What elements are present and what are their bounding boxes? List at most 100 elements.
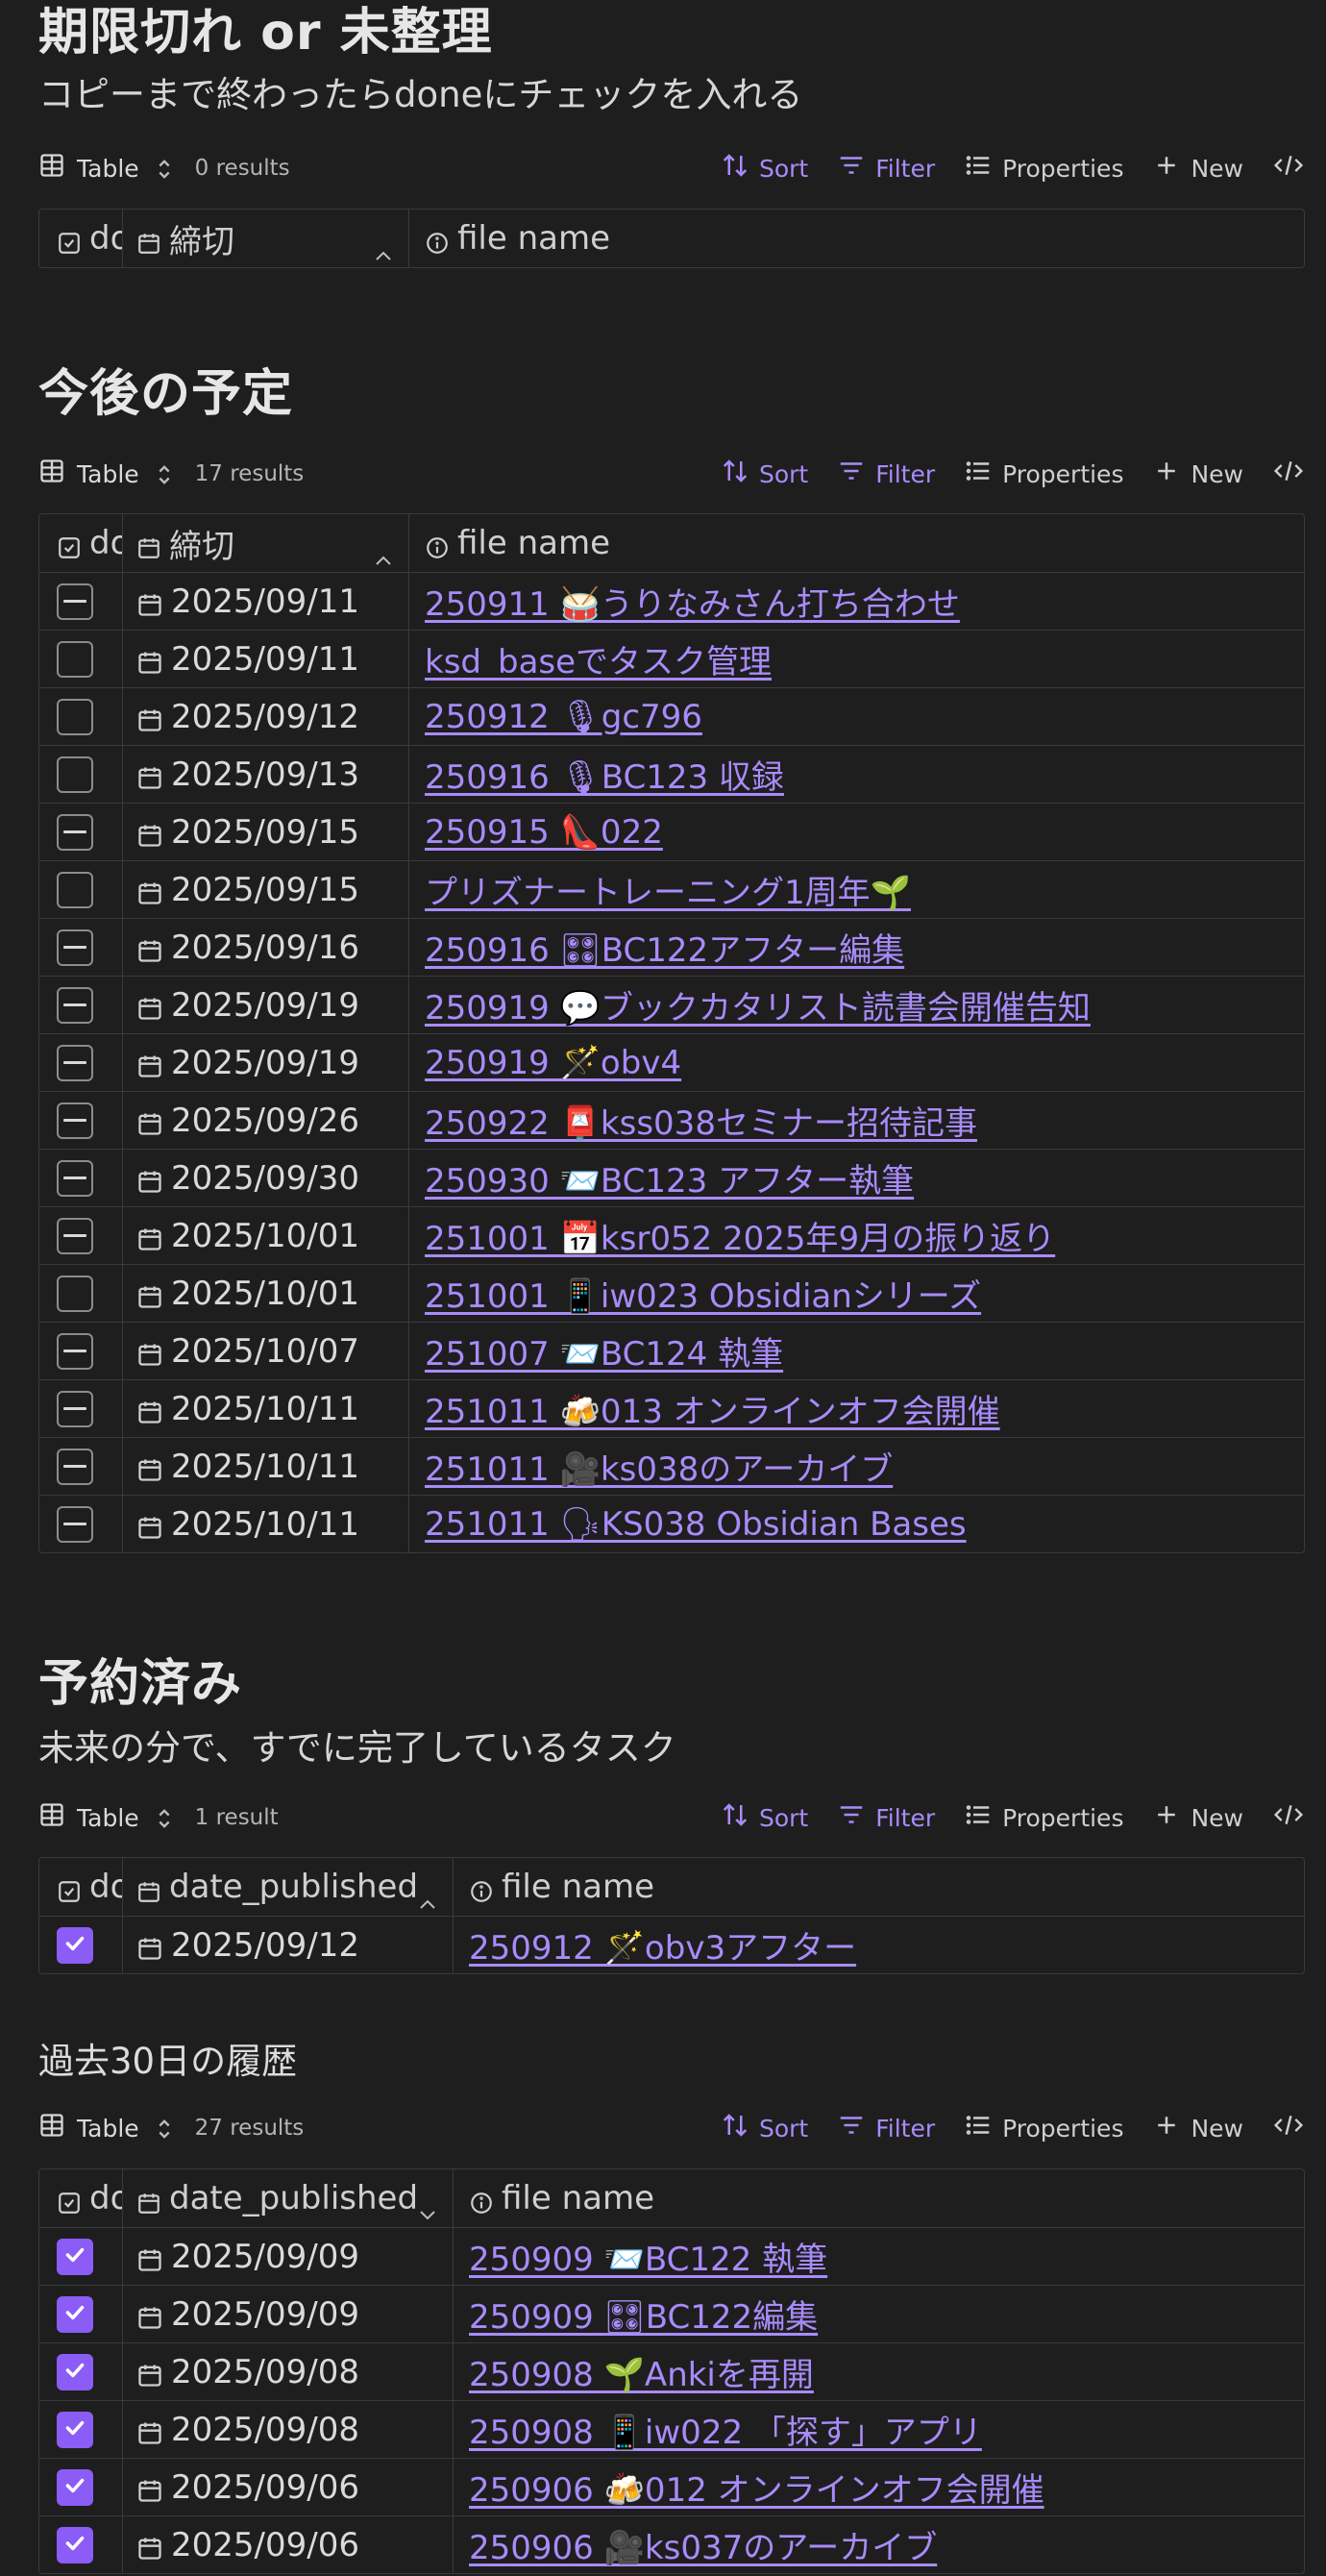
file-link[interactable]: 250915 👠022 [425, 813, 663, 852]
date-cell[interactable]: 2025/09/15 [122, 804, 408, 860]
done-checkbox-checked[interactable] [57, 1926, 93, 1964]
new-button[interactable]: New [1152, 151, 1243, 186]
column-header-done[interactable]: done [39, 514, 122, 572]
done-checkbox-indeterminate[interactable] [57, 1217, 93, 1254]
date-cell[interactable]: 2025/10/11 [122, 1496, 408, 1552]
file-link[interactable]: ksd_baseでタスク管理 [425, 635, 772, 682]
column-header-done[interactable]: done [39, 2169, 122, 2227]
file-link[interactable]: 250930 📨BC123 アフター執筆 [425, 1154, 914, 1201]
date-cell[interactable]: 2025/09/19 [122, 977, 408, 1033]
filter-button[interactable]: Filter [837, 457, 935, 491]
file-link[interactable]: 250909 🎛BC122編集 [469, 2291, 818, 2338]
done-checkbox-indeterminate[interactable] [57, 1332, 93, 1370]
date-cell[interactable]: 2025/09/06 [122, 2516, 453, 2573]
date-cell[interactable]: 2025/09/12 [122, 1917, 453, 1973]
column-header-file[interactable]: file name [453, 2169, 1304, 2227]
file-link[interactable]: 250908 🌱Ankiを再開 [469, 2348, 814, 2395]
date-cell[interactable]: 2025/09/26 [122, 1092, 408, 1149]
file-link[interactable]: 251011 🎥ks038のアーカイブ [425, 1443, 893, 1490]
sort-button[interactable]: Sort [721, 151, 808, 186]
column-header-file[interactable]: file name [408, 210, 1304, 267]
column-header-date[interactable]: 締切 [122, 210, 408, 267]
file-link[interactable]: プリズナートレーニング1周年🌱 [425, 866, 911, 913]
file-link[interactable]: 250919 🪄obv4 [425, 1044, 681, 1082]
new-button[interactable]: New [1152, 2111, 1243, 2145]
done-checkbox-indeterminate[interactable] [57, 1448, 93, 1485]
done-checkbox[interactable] [57, 1275, 93, 1312]
date-cell[interactable]: 2025/09/15 [122, 861, 408, 918]
done-checkbox-indeterminate[interactable] [57, 1102, 93, 1139]
date-cell[interactable]: 2025/09/06 [122, 2459, 453, 2515]
code-view-button[interactable] [1272, 457, 1305, 491]
done-checkbox-indeterminate[interactable] [57, 1505, 93, 1543]
done-checkbox-indeterminate[interactable] [57, 582, 93, 620]
done-checkbox-checked[interactable] [57, 2238, 93, 2275]
date-cell[interactable]: 2025/09/09 [122, 2286, 453, 2342]
done-checkbox-indeterminate[interactable] [57, 986, 93, 1024]
done-checkbox-checked[interactable] [57, 2353, 93, 2390]
column-header-date[interactable]: date_published [122, 1858, 453, 1916]
date-cell[interactable]: 2025/10/01 [122, 1265, 408, 1322]
file-link[interactable]: 250909 📨BC122 執筆 [469, 2233, 827, 2280]
properties-button[interactable]: Properties [964, 151, 1123, 186]
sort-button[interactable]: Sort [721, 2111, 808, 2145]
file-link[interactable]: 250919 💬ブックカタリスト読書会開催告知 [425, 981, 1091, 1028]
filter-button[interactable]: Filter [837, 1800, 935, 1835]
file-link[interactable]: 251011 🗣KS038 Obsidian Bases [425, 1505, 967, 1544]
done-checkbox-checked[interactable] [57, 2411, 93, 2448]
file-link[interactable]: 250912 🪄obv3アフター [469, 1921, 856, 1969]
view-switcher[interactable]: Table [38, 152, 170, 185]
date-cell[interactable]: 2025/09/11 [122, 631, 408, 687]
date-cell[interactable]: 2025/10/11 [122, 1438, 408, 1495]
date-cell[interactable]: 2025/10/11 [122, 1380, 408, 1437]
new-button[interactable]: New [1152, 457, 1243, 491]
done-checkbox-indeterminate[interactable] [57, 1044, 93, 1081]
file-link[interactable]: 251011 🍻013 オンラインオフ会開催 [425, 1385, 1000, 1432]
file-link[interactable]: 251001 📅ksr052 2025年9月の振り返り [425, 1212, 1055, 1259]
done-checkbox[interactable] [57, 640, 93, 678]
done-checkbox-indeterminate[interactable] [57, 1159, 93, 1197]
sort-button[interactable]: Sort [721, 457, 808, 491]
done-checkbox-checked[interactable] [57, 2468, 93, 2506]
file-link[interactable]: 250906 🍻012 オンラインオフ会開催 [469, 2464, 1044, 2511]
done-checkbox[interactable] [57, 755, 93, 793]
properties-button[interactable]: Properties [964, 2111, 1123, 2145]
code-view-button[interactable] [1272, 2111, 1305, 2145]
done-checkbox[interactable] [57, 698, 93, 735]
date-cell[interactable]: 2025/09/19 [122, 1034, 408, 1091]
date-cell[interactable]: 2025/09/08 [122, 2401, 453, 2458]
date-cell[interactable]: 2025/09/30 [122, 1150, 408, 1206]
view-switcher[interactable]: Table [38, 2112, 170, 2144]
column-header-done[interactable]: done [39, 210, 122, 267]
done-checkbox-indeterminate[interactable] [57, 813, 93, 851]
view-switcher[interactable]: Table [38, 458, 170, 490]
done-checkbox-checked[interactable] [57, 2526, 93, 2564]
filter-button[interactable]: Filter [837, 151, 935, 186]
column-header-date[interactable]: date_published [122, 2169, 453, 2227]
properties-button[interactable]: Properties [964, 457, 1123, 491]
done-checkbox-indeterminate[interactable] [57, 1390, 93, 1427]
sort-button[interactable]: Sort [721, 1800, 808, 1835]
file-link[interactable]: 250922 📮kss038セミナー招待記事 [425, 1097, 977, 1144]
file-link[interactable]: 250916 🎙BC123 収録 [425, 751, 784, 798]
date-cell[interactable]: 2025/10/07 [122, 1323, 408, 1379]
view-switcher[interactable]: Table [38, 1801, 170, 1834]
date-cell[interactable]: 2025/09/13 [122, 746, 408, 803]
file-link[interactable]: 251007 📨BC124 執筆 [425, 1327, 783, 1375]
date-cell[interactable]: 2025/09/16 [122, 919, 408, 976]
date-cell[interactable]: 2025/09/09 [122, 2228, 453, 2285]
column-header-date[interactable]: 締切 [122, 514, 408, 572]
column-header-done[interactable]: done [39, 1858, 122, 1916]
column-header-file[interactable]: file name [453, 1858, 1304, 1916]
date-cell[interactable]: 2025/09/11 [122, 573, 408, 630]
file-link[interactable]: 250911 🥁うりなみさん打ち合わせ [425, 578, 960, 625]
code-view-button[interactable] [1272, 151, 1305, 186]
file-link[interactable]: 250906 🎥ks037のアーカイブ [469, 2521, 937, 2568]
done-checkbox-checked[interactable] [57, 2295, 93, 2333]
file-link[interactable]: 250912 🎙gc796 [425, 698, 702, 736]
file-link[interactable]: 250908 📱iw022 「探す」アプリ [469, 2406, 982, 2453]
code-view-button[interactable] [1272, 1800, 1305, 1835]
date-cell[interactable]: 2025/09/12 [122, 688, 408, 745]
new-button[interactable]: New [1152, 1800, 1243, 1835]
column-header-file[interactable]: file name [408, 514, 1304, 572]
